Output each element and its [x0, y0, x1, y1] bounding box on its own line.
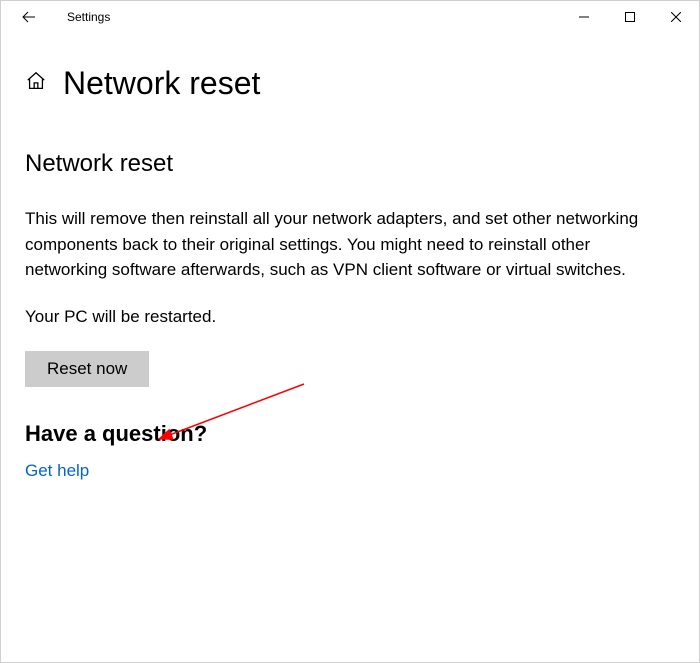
- maximize-icon: [625, 12, 635, 22]
- title-left: Settings: [9, 1, 110, 33]
- title-bar: Settings: [1, 1, 699, 33]
- close-icon: [671, 12, 681, 22]
- page-title: Network reset: [63, 65, 260, 102]
- section-heading: Network reset: [25, 150, 675, 178]
- maximize-button[interactable]: [607, 1, 653, 33]
- window-title: Settings: [67, 10, 110, 24]
- reset-now-button[interactable]: Reset now: [25, 351, 149, 387]
- restart-note: Your PC will be restarted.: [25, 307, 675, 327]
- get-help-link[interactable]: Get help: [25, 461, 89, 480]
- back-arrow-icon: [21, 9, 37, 25]
- page-header: Network reset: [25, 65, 675, 102]
- close-button[interactable]: [653, 1, 699, 33]
- home-icon[interactable]: [25, 70, 47, 97]
- window-controls: [561, 1, 699, 33]
- minimize-button[interactable]: [561, 1, 607, 33]
- content-area: Network reset Network reset This will re…: [1, 33, 699, 481]
- section-description: This will remove then reinstall all your…: [25, 206, 665, 283]
- help-heading: Have a question?: [25, 421, 675, 447]
- back-button[interactable]: [9, 1, 49, 33]
- minimize-icon: [579, 12, 589, 22]
